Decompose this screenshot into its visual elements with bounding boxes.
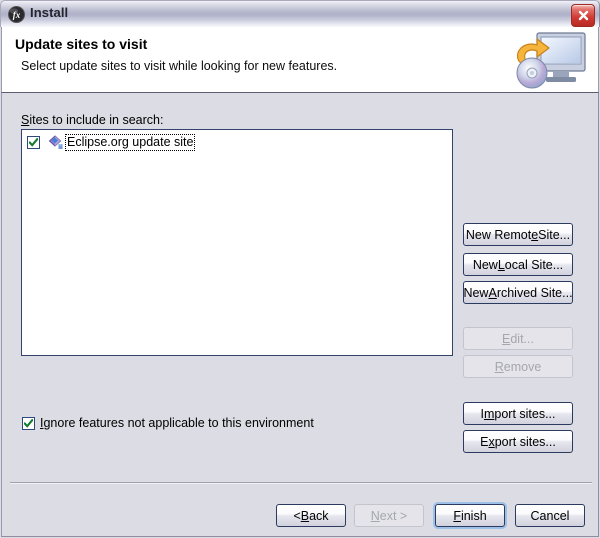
- page-title: Update sites to visit: [15, 36, 148, 52]
- ignore-features-checkbox[interactable]: [22, 416, 35, 430]
- next-button: Next >: [354, 504, 424, 527]
- btn-text-mnemonic: E: [502, 331, 511, 346]
- btn-text-post: ocal Site...: [504, 257, 564, 272]
- btn-text-pre: Cancel: [530, 508, 570, 523]
- btn-text-mnemonic: e: [531, 227, 539, 242]
- window-title: Install: [30, 5, 69, 20]
- btn-text-post: ack: [309, 508, 329, 523]
- checkmark-icon: [24, 418, 33, 428]
- new-local-site-button[interactable]: New Local Site...: [463, 253, 573, 276]
- btn-text-post: ext >: [379, 508, 408, 523]
- sites-list-label-rest: ites to include in search:: [29, 113, 164, 127]
- btn-text-mnemonic: N: [370, 508, 380, 523]
- checkmark-icon: [29, 138, 38, 147]
- btn-text-post: dit...: [510, 331, 534, 346]
- btn-text-pre: New: [472, 257, 498, 272]
- page-description: Select update sites to visit while looki…: [21, 59, 338, 73]
- title-bar[interactable]: fx Install: [0, 0, 600, 27]
- ignore-features-label: Ignore features not applicable to this e…: [40, 416, 314, 430]
- list-item-label: Eclipse.org update site: [65, 134, 196, 151]
- edit-button: Edit...: [463, 327, 573, 350]
- btn-text-pre: New: [463, 285, 489, 300]
- finish-button[interactable]: Finish: [435, 504, 505, 527]
- wizard-banner: Update sites to visit Select update site…: [1, 27, 599, 93]
- site-checkbox[interactable]: [27, 136, 40, 149]
- btn-text-mnemonic: A: [488, 285, 497, 300]
- export-sites-button[interactable]: Ex port sites...: [463, 430, 573, 453]
- ignore-features-option[interactable]: Ignore features not applicable to this e…: [22, 416, 314, 430]
- dialog-body: Sites to include in search: Eclipse.org …: [1, 93, 599, 537]
- btn-text-pre: New Remot: [465, 227, 532, 242]
- update-monitor-disc-icon: [501, 28, 591, 92]
- install-fx-icon: fx: [8, 6, 25, 23]
- btn-text-post: rchived Site...: [496, 285, 573, 300]
- update-site-icon: [48, 134, 64, 151]
- btn-text-mnemonic: R: [494, 359, 504, 374]
- btn-text-mnemonic: B: [300, 508, 310, 523]
- footer-separator: [10, 482, 592, 484]
- back-button[interactable]: < Back: [276, 504, 346, 527]
- new-remote-site-button[interactable]: New Remot e Site...: [463, 223, 573, 246]
- remove-button: Remove: [463, 355, 573, 378]
- list-item[interactable]: Eclipse.org update site: [22, 133, 196, 152]
- btn-text-post: port sites...: [494, 406, 556, 421]
- btn-text-pre: E: [480, 434, 489, 449]
- btn-text-post: Site...: [538, 227, 571, 242]
- btn-text-mnemonic: L: [497, 257, 505, 272]
- svg-text:fx: fx: [13, 10, 21, 20]
- btn-text-post: inish: [460, 508, 487, 523]
- cancel-button[interactable]: Cancel: [515, 504, 585, 527]
- btn-text-post: port sites...: [494, 434, 556, 449]
- ignore-label-post: gnore features not applicable to this en…: [43, 416, 314, 430]
- close-button[interactable]: [571, 4, 595, 27]
- import-sites-button[interactable]: Im port sites...: [463, 402, 573, 425]
- btn-text-pre: <: [293, 508, 301, 523]
- new-archived-site-button[interactable]: New Archived Site...: [463, 281, 573, 304]
- btn-text-post: emove: [503, 359, 542, 374]
- btn-text-mnemonic: F: [453, 508, 461, 523]
- install-dialog: fx Install Update sites to visit Select …: [0, 0, 600, 538]
- btn-text-mnemonic: m: [483, 406, 495, 421]
- sites-listbox[interactable]: Eclipse.org update site: [21, 129, 453, 356]
- sites-list-label: Sites to include in search:: [21, 113, 163, 127]
